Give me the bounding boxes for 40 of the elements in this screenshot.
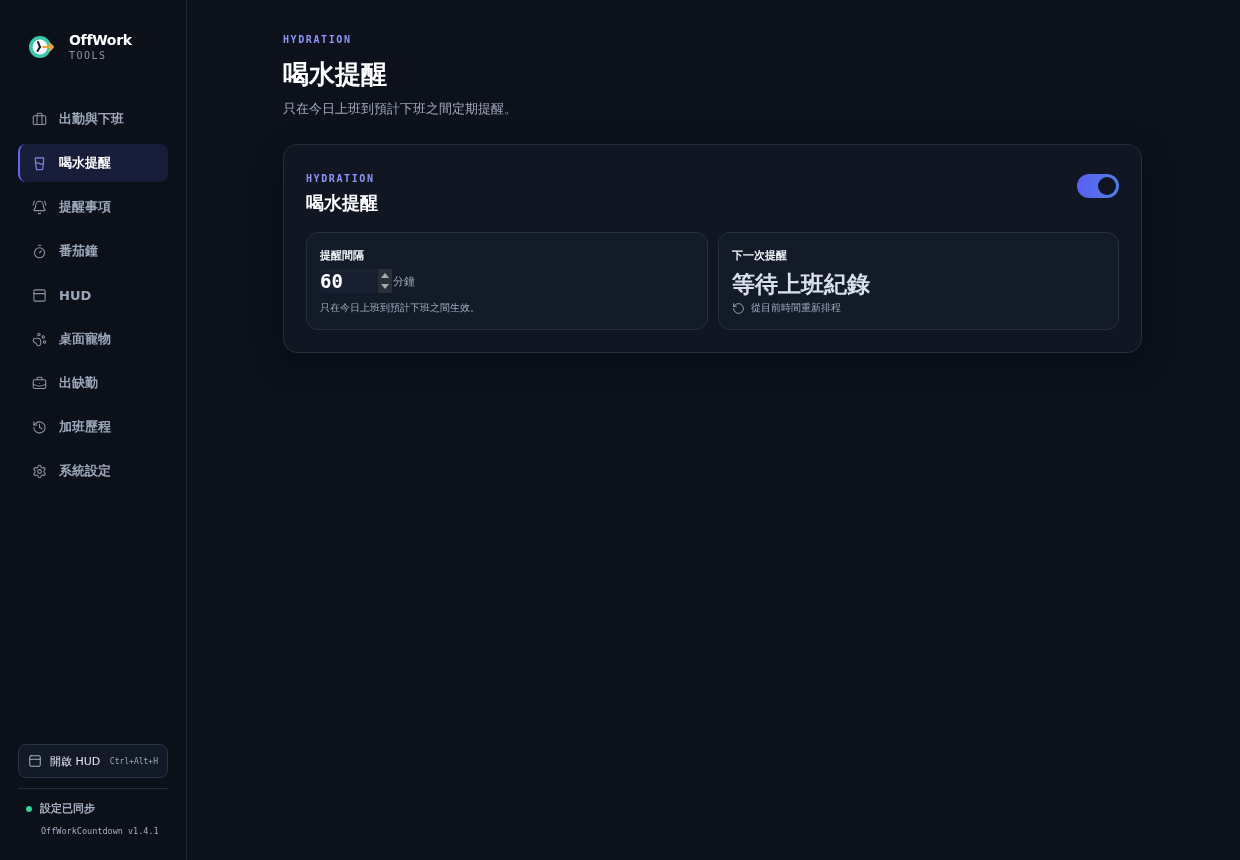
window-icon	[32, 287, 47, 303]
reschedule-text[interactable]: 從目前時間重新排程	[750, 301, 841, 315]
unit-text: 分鐘	[393, 273, 415, 289]
page-title: 喝水提醒	[283, 58, 388, 91]
page-eyebrow: HYDRATION	[283, 34, 353, 45]
stepper-icon[interactable]	[378, 269, 392, 293]
sidebar-item[interactable]: 出勤與下班	[18, 100, 168, 138]
sidebar-item[interactable]: 出缺勤	[18, 364, 168, 402]
sidebar-item[interactable]: 提醒事項	[18, 188, 168, 226]
history-icon	[32, 419, 47, 435]
interval-hint: 只在今日上班到預計下班之間生效。	[320, 301, 481, 315]
window-icon	[28, 754, 42, 768]
version-text: OffWorkCountdown v1.4.1	[41, 826, 160, 836]
sidebar-item[interactable]: 加班歷程	[18, 408, 168, 446]
next-reminder-value: 等待上班紀錄	[731, 270, 871, 299]
page-subtitle: 只在今日上班到預計下班之間定期提醒。	[283, 100, 518, 118]
toggle-switch[interactable]	[1077, 174, 1119, 198]
open-hud-button[interactable]: 開啟 HUD Ctrl+Alt+H	[18, 744, 168, 778]
paw-icon	[32, 331, 47, 347]
sidebar-item[interactable]: 桌面寵物	[18, 320, 168, 358]
briefcase-icon	[32, 375, 47, 391]
sync-status-text: 設定已同步	[40, 801, 95, 816]
app-name: OffWork	[69, 32, 132, 48]
bell-icon	[32, 199, 47, 215]
glass-icon	[32, 155, 47, 171]
interval-label: 提醒間隔	[320, 248, 365, 263]
settings-icon	[32, 463, 47, 479]
briefcase-icon	[32, 111, 47, 127]
sidebar-item[interactable]: 系統設定	[18, 452, 168, 490]
card-title: 喝水提醒	[306, 191, 378, 215]
sidebar-item[interactable]: 喝水提醒	[18, 144, 168, 182]
app-tagline: TOOLS	[69, 50, 108, 62]
clock-arrow-logo-icon	[28, 35, 55, 59]
timer-icon	[32, 243, 47, 259]
interval-input[interactable]: 60	[320, 269, 378, 293]
reset-icon[interactable]	[731, 301, 745, 315]
sidebar-item[interactable]: HUD	[18, 276, 168, 314]
card-eyebrow: HYDRATION	[306, 173, 376, 184]
next-reminder-label: 下一次提醒	[731, 248, 788, 263]
sidebar-item[interactable]: 番茄鐘	[18, 232, 168, 270]
